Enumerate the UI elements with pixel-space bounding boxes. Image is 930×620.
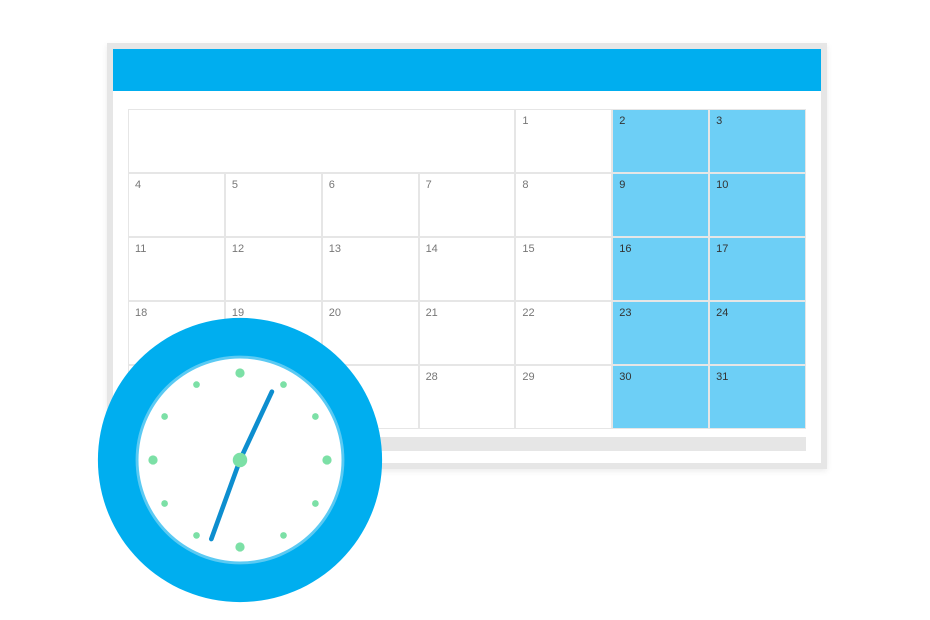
day-number: 22 <box>522 307 534 319</box>
day-number: 16 <box>619 243 631 255</box>
calendar-cell[interactable]: 2 <box>613 110 708 172</box>
calendar-cell[interactable]: 7 <box>420 174 515 236</box>
calendar-cell[interactable]: 16 <box>613 238 708 300</box>
day-number: 3 <box>716 115 722 127</box>
day-number: 4 <box>135 179 141 191</box>
day-number: 14 <box>426 243 438 255</box>
calendar-cell[interactable]: 5 <box>226 174 321 236</box>
calendar-cell[interactable]: 14 <box>420 238 515 300</box>
calendar-header-bar <box>113 49 821 91</box>
day-number: 15 <box>522 243 534 255</box>
day-number: 2 <box>619 115 625 127</box>
clock-tick <box>235 542 244 551</box>
day-number: 30 <box>619 371 631 383</box>
day-number: 13 <box>329 243 341 255</box>
calendar-cell[interactable]: 23 <box>613 302 708 364</box>
calendar-cell[interactable]: 1 <box>516 110 611 172</box>
calendar-cell[interactable]: 12 <box>226 238 321 300</box>
calendar-cell[interactable]: 31 <box>710 366 805 428</box>
calendar-cell[interactable]: 3 <box>710 110 805 172</box>
calendar-cell[interactable]: 10 <box>710 174 805 236</box>
clock-tick <box>322 455 331 464</box>
day-number: 23 <box>619 307 631 319</box>
clock-tick <box>312 500 319 507</box>
calendar-cell[interactable]: 21 <box>420 302 515 364</box>
calendar-cell[interactable]: 15 <box>516 238 611 300</box>
calendar-cell[interactable]: 4 <box>129 174 224 236</box>
day-number: 1 <box>522 115 528 127</box>
day-number: 12 <box>232 243 244 255</box>
day-number: 10 <box>716 179 728 191</box>
day-number: 28 <box>426 371 438 383</box>
calendar-cell[interactable]: 6 <box>323 174 418 236</box>
calendar-cell[interactable]: 13 <box>323 238 418 300</box>
day-number: 21 <box>426 307 438 319</box>
day-number: 8 <box>522 179 528 191</box>
calendar-cell[interactable]: 22 <box>516 302 611 364</box>
calendar-cell[interactable]: 29 <box>516 366 611 428</box>
clock-tick <box>280 381 287 388</box>
clock-tick <box>312 413 319 420</box>
day-number: 31 <box>716 371 728 383</box>
calendar-cell[interactable]: 17 <box>710 238 805 300</box>
calendar-cell[interactable]: 9 <box>613 174 708 236</box>
clock-tick <box>193 532 200 539</box>
day-number: 29 <box>522 371 534 383</box>
calendar-cell[interactable]: 28 <box>420 366 515 428</box>
clock-tick <box>161 500 168 507</box>
clock-tick <box>148 455 157 464</box>
calendar-cell[interactable]: 24 <box>710 302 805 364</box>
calendar-cell[interactable]: 11 <box>129 238 224 300</box>
clock-tick <box>280 532 287 539</box>
calendar-cell[interactable]: 8 <box>516 174 611 236</box>
calendar-leading-blank <box>129 110 514 172</box>
clock-tick <box>193 381 200 388</box>
clock-tick <box>235 368 244 377</box>
day-number: 9 <box>619 179 625 191</box>
day-number: 5 <box>232 179 238 191</box>
day-number: 11 <box>135 243 146 255</box>
day-number: 7 <box>426 179 432 191</box>
day-number: 6 <box>329 179 335 191</box>
clock-tick <box>161 413 168 420</box>
calendar-cell[interactable]: 30 <box>613 366 708 428</box>
day-number: 24 <box>716 307 728 319</box>
day-number: 17 <box>716 243 728 255</box>
clock-icon <box>95 315 385 605</box>
